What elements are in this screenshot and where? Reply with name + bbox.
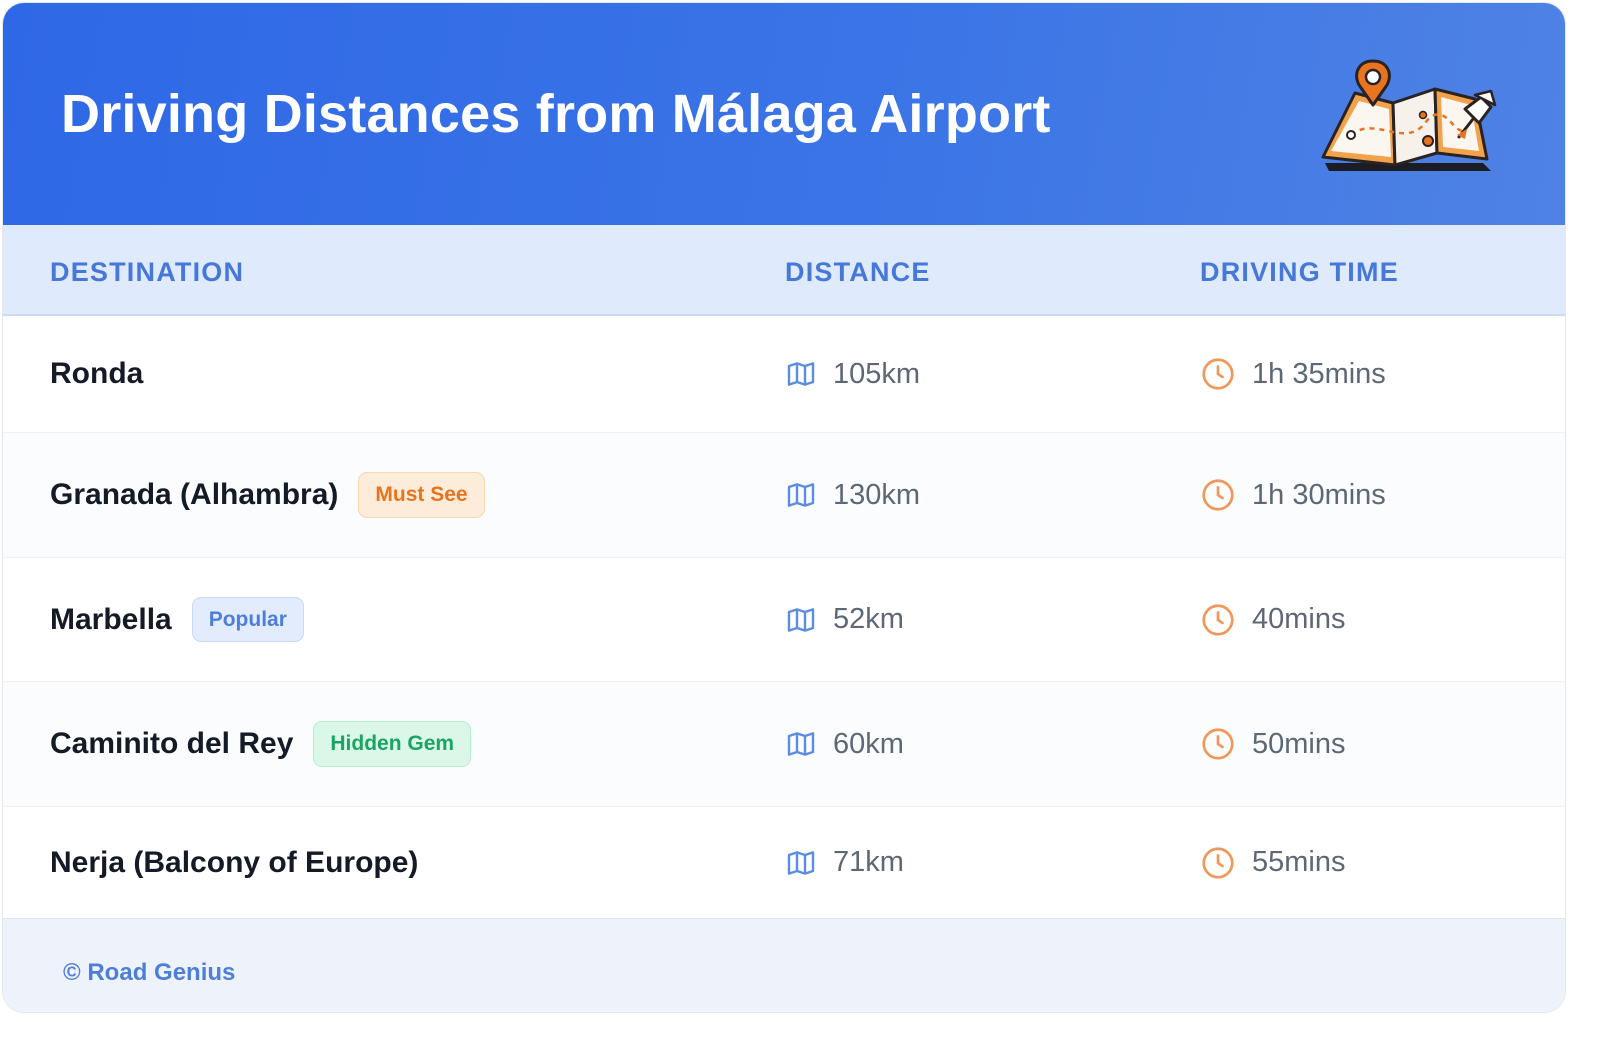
- time-value: 1h 35mins: [1252, 357, 1386, 390]
- map-icon: [787, 850, 815, 875]
- clock-icon: [1202, 603, 1234, 636]
- table-header: DESTINATION DISTANCE DRIVING TIME: [3, 225, 1565, 316]
- distance-cell: 130km: [785, 433, 920, 557]
- folded-map-with-pins-illustration: [1321, 59, 1497, 171]
- time-cell: 40mins: [1200, 558, 1346, 681]
- distance-value: 52km: [833, 603, 904, 635]
- time-value: 1h 30mins: [1252, 478, 1386, 511]
- distance-cell: 71km: [785, 807, 904, 918]
- time-cell: 50mins: [1200, 682, 1346, 806]
- table-row: Marbella Popular 52km 40mins: [3, 558, 1565, 682]
- distance-table-card: Driving Distances from Málaga Airport DE…: [2, 2, 1566, 1013]
- clock-icon: [1202, 358, 1234, 390]
- clock-icon: [1202, 728, 1234, 760]
- time-value: 55mins: [1252, 846, 1346, 878]
- map-icon: [787, 362, 815, 386]
- map-icon: [787, 607, 815, 632]
- time-value: 50mins: [1252, 727, 1346, 760]
- distance-cell: 52km: [785, 558, 904, 681]
- time-cell: 55mins: [1200, 807, 1346, 918]
- distance-value: 130km: [833, 478, 921, 511]
- column-header-driving-time: DRIVING TIME: [1200, 257, 1399, 287]
- footer-credit: © Road Genius: [63, 959, 236, 986]
- page-title: Driving Distances from Málaga Airport: [61, 84, 1051, 144]
- destination-cell: Nerja (Balcony of Europe): [50, 807, 418, 918]
- destination-name: Ronda: [50, 357, 144, 390]
- distance-value: 71km: [833, 846, 904, 878]
- distance-value: 105km: [833, 357, 921, 390]
- clock-icon: [1202, 479, 1234, 511]
- column-header-distance: DISTANCE: [785, 257, 931, 287]
- table-body: Ronda 105km 1h 35mins Granada (Alhambra)…: [3, 316, 1565, 919]
- destination-name: Nerja (Balcony of Europe): [50, 845, 419, 879]
- clock-icon: [1202, 846, 1234, 879]
- destination-cell: Granada (Alhambra) Must See: [50, 433, 485, 557]
- distance-cell: 105km: [785, 316, 920, 432]
- time-value: 40mins: [1252, 603, 1346, 635]
- card-header: Driving Distances from Málaga Airport: [3, 3, 1565, 225]
- map-icon: [787, 732, 815, 756]
- hidden-gem-badge: Hidden Gem: [313, 721, 472, 767]
- time-cell: 1h 30mins: [1200, 433, 1386, 557]
- destination-name: Marbella: [50, 602, 172, 636]
- distance-cell: 60km: [785, 682, 904, 806]
- table-row: Ronda 105km 1h 35mins: [3, 316, 1565, 433]
- map-icon: [787, 483, 815, 507]
- destination-cell: Caminito del Rey Hidden Gem: [50, 682, 472, 806]
- destination-name: Caminito del Rey: [50, 727, 294, 760]
- column-header-destination: DESTINATION: [50, 257, 245, 287]
- destination-name: Granada (Alhambra): [50, 478, 339, 511]
- time-cell: 1h 35mins: [1200, 316, 1386, 432]
- table-row: Granada (Alhambra) Must See 130km 1h 30m…: [3, 433, 1565, 558]
- destination-cell: Ronda: [50, 316, 143, 432]
- card-footer: © Road Genius: [3, 919, 1565, 1012]
- table-row: Nerja (Balcony of Europe) 71km 55mins: [3, 807, 1565, 919]
- must-see-badge: Must See: [358, 472, 485, 518]
- destination-cell: Marbella Popular: [50, 558, 304, 681]
- popular-badge: Popular: [191, 596, 304, 643]
- distance-value: 60km: [833, 727, 904, 760]
- table-row: Caminito del Rey Hidden Gem 60km 50mins: [3, 682, 1565, 807]
